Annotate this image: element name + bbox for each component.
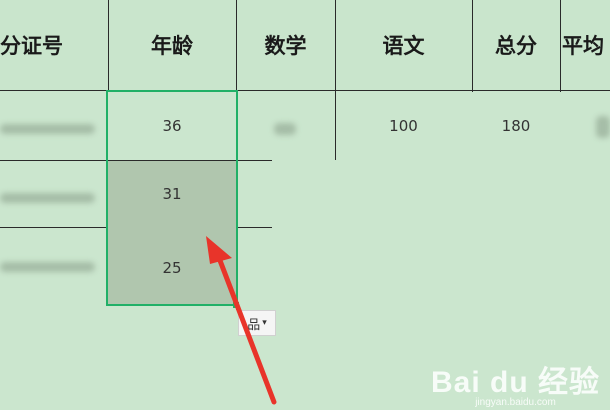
column-header-total[interactable]: 总分 bbox=[472, 0, 560, 90]
chevron-down-icon: ▾ bbox=[262, 318, 267, 328]
column-header-chinese[interactable]: 语文 bbox=[335, 0, 472, 90]
column-header-average[interactable]: 平均 bbox=[560, 0, 610, 90]
paste-options-button[interactable]: 品 ▾ bbox=[238, 310, 276, 336]
column-header-age[interactable]: 年龄 bbox=[108, 0, 236, 90]
selection-border bbox=[106, 90, 238, 306]
blurred-id-text bbox=[0, 193, 95, 203]
column-header-math[interactable]: 数学 bbox=[236, 0, 335, 90]
spreadsheet: 分证号 年龄 数学 语文 总分 平均 36 31 25 100 180 bbox=[0, 0, 610, 410]
fill-handle[interactable] bbox=[233, 302, 239, 308]
blurred-id-text bbox=[0, 262, 95, 272]
blurred-id-text bbox=[0, 124, 95, 134]
paste-options-icon: 品 bbox=[247, 317, 261, 333]
watermark-logo: Bai du 经验 bbox=[430, 366, 600, 399]
cell-total-row1[interactable]: 180 bbox=[472, 92, 560, 160]
blurred-math-text bbox=[274, 123, 296, 135]
grid-line bbox=[108, 0, 109, 92]
column-header-id[interactable]: 分证号 bbox=[0, 0, 108, 90]
watermark: Bai du 经验 jingyan.baidu.com bbox=[431, 357, 600, 408]
grid-line bbox=[472, 0, 473, 92]
blurred-average-text bbox=[596, 116, 610, 138]
grid-line bbox=[560, 0, 561, 92]
cell-chinese-row1[interactable]: 100 bbox=[335, 92, 472, 160]
grid-line bbox=[0, 90, 610, 91]
